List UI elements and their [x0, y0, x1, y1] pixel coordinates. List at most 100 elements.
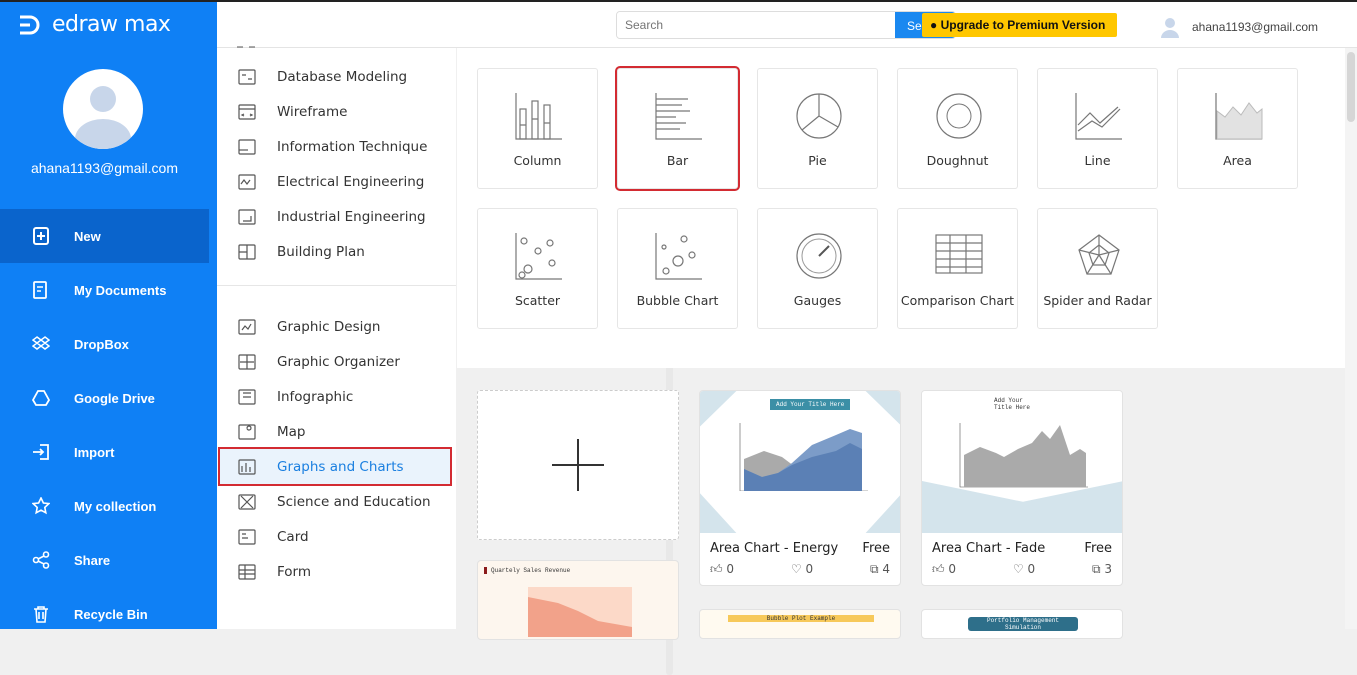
chart-type-line[interactable]: Line	[1037, 68, 1158, 189]
chart-thumb	[528, 587, 632, 637]
sidebar-item-share[interactable]: Share	[0, 533, 209, 587]
chart-type-label: Pie	[808, 153, 827, 168]
category-graphs-and-charts[interactable]: Graphs and Charts	[218, 447, 452, 486]
chart-type-label: Bubble Chart	[636, 293, 719, 308]
chart-type-pie[interactable]: Pie	[757, 68, 878, 189]
template-card-sales-revenue[interactable]: Quartely Sales Revenue	[477, 560, 679, 640]
duplicate-button[interactable]: ⧉ 3	[1092, 562, 1112, 577]
sidebar-item-my-documents[interactable]: My Documents	[0, 263, 209, 317]
like-button[interactable]: 👍︎ 0	[932, 562, 956, 577]
sidebar-item-recycle-bin[interactable]: Recycle Bin	[0, 587, 209, 641]
gauges-chart-icon	[796, 233, 842, 279]
card-icon	[238, 528, 256, 545]
template-card-bubble-plot[interactable]: Bubble Plot Example	[699, 609, 901, 639]
app-logo[interactable]: edraw max	[18, 12, 171, 37]
template-price: Free	[862, 541, 890, 556]
chart-type-column[interactable]: Column	[477, 68, 598, 189]
chart-type-label: Spider and Radar	[1043, 293, 1152, 308]
avatar[interactable]	[63, 69, 143, 149]
category-label: Building Plan	[277, 243, 365, 260]
sidebar-item-my-collection[interactable]: My collection	[0, 479, 209, 533]
partial-icon	[237, 46, 255, 48]
category-form[interactable]: Form	[217, 554, 456, 589]
category-label: Graphs and Charts	[277, 458, 404, 475]
favorite-count: 0	[805, 562, 814, 576]
app-name: edraw max	[52, 12, 171, 37]
edraw-logo-icon	[20, 15, 40, 34]
favorite-button[interactable]: ♡ 0	[1013, 562, 1035, 577]
google-drive-icon	[32, 390, 50, 406]
science-and-education-icon	[238, 493, 256, 510]
sidebar-nav: New My Documents DropBox Google Drive Im…	[0, 209, 209, 641]
database-modeling-icon	[238, 68, 256, 85]
category-industrial-engineering[interactable]: Industrial Engineering	[217, 199, 456, 234]
building-plan-icon	[238, 243, 256, 260]
favorite-button[interactable]: ♡ 0	[791, 562, 813, 577]
documents-icon	[33, 281, 47, 299]
template-card-portfolio[interactable]: Portfolio Management Simulation	[921, 609, 1123, 639]
chart-type-spider-and-radar[interactable]: Spider and Radar	[1037, 208, 1158, 329]
sidebar-item-label: DropBox	[74, 336, 129, 352]
divider	[217, 285, 456, 286]
trash-icon	[34, 606, 48, 623]
comparison-chart-chart-icon	[935, 234, 983, 274]
category-map[interactable]: Map	[217, 414, 456, 449]
chart-type-gauges[interactable]: Gauges	[757, 208, 878, 329]
like-button[interactable]: 👍︎ 0	[710, 562, 734, 577]
graphic-organizer-icon	[238, 353, 256, 370]
sidebar-item-new[interactable]: New	[0, 209, 209, 263]
category-label: Infographic	[277, 388, 354, 405]
sidebar-item-label: Recycle Bin	[74, 606, 148, 622]
category-database-modeling[interactable]: Database Modeling	[217, 59, 456, 94]
category-graphic-design[interactable]: Graphic Design	[217, 309, 456, 344]
category-infographic[interactable]: Infographic	[217, 379, 456, 414]
thumb-title: Add Your Title Here	[994, 397, 1031, 411]
map-icon	[238, 423, 256, 440]
thumb-title: Add Your Title Here	[770, 399, 851, 410]
category-card[interactable]: Card	[217, 519, 456, 554]
category-label: Electrical Engineering	[277, 173, 425, 190]
infographic-icon	[238, 388, 256, 405]
category-information-technique[interactable]: Information Technique	[217, 129, 456, 164]
top-bar: Search ● Upgrade to Premium Version ahan…	[217, 2, 1357, 48]
template-card-area-energy[interactable]: Add Your Title Here Area Chart - Energy F…	[699, 390, 901, 586]
doughnut-chart-icon	[936, 93, 982, 139]
chart-type-label: Column	[513, 153, 562, 168]
category-label: Card	[277, 528, 309, 545]
plus-icon	[552, 439, 604, 491]
sidebar-item-google-drive[interactable]: Google Drive	[0, 371, 209, 425]
user-menu[interactable]: ahana1193@gmail.com	[1160, 16, 1318, 38]
category-wireframe[interactable]: Wireframe	[217, 94, 456, 129]
category-building-plan[interactable]: Building Plan	[217, 234, 456, 269]
sidebar-item-dropbox[interactable]: DropBox	[0, 317, 209, 371]
category-graphic-organizer[interactable]: Graphic Organizer	[217, 344, 456, 379]
template-thumbnail: Add Your Title Here	[700, 391, 900, 533]
template-card-area-fade[interactable]: Add Your Title Here Area Chart - Fade Fre…	[921, 390, 1123, 586]
upgrade-premium-button[interactable]: ● Upgrade to Premium Version	[922, 13, 1118, 37]
chart-type-comparison-chart[interactable]: Comparison Chart	[897, 208, 1018, 329]
area-chart-thumb	[959, 423, 1088, 488]
sidebar-item-import[interactable]: Import	[0, 425, 209, 479]
copy-count: 3	[1104, 562, 1112, 576]
category-science-and-education[interactable]: Science and Education	[217, 484, 456, 519]
category-label: Graphic Organizer	[277, 353, 400, 370]
category-electrical-engineering[interactable]: Electrical Engineering	[217, 164, 456, 199]
new-blank-template[interactable]	[477, 390, 679, 540]
chart-type-scatter[interactable]: Scatter	[477, 208, 598, 329]
category-label: Industrial Engineering	[277, 208, 426, 225]
duplicate-button[interactable]: ⧉ 4	[870, 562, 890, 577]
form-icon	[238, 563, 256, 580]
sidebar-item-label: My collection	[74, 498, 157, 514]
chart-type-area[interactable]: Area	[1177, 68, 1298, 189]
category-label: Science and Education	[277, 493, 431, 510]
chart-type-panel: Column Bar Pie Doughnut Line Area Scatter Bubbl…	[457, 48, 1345, 368]
chart-type-doughnut[interactable]: Doughnut	[897, 68, 1018, 189]
chart-type-bubble-chart[interactable]: Bubble Chart	[617, 208, 738, 329]
main-scrollbar[interactable]	[1345, 48, 1357, 629]
area-chart-thumb	[739, 423, 868, 491]
chart-type-bar[interactable]: Bar	[615, 66, 740, 191]
thumb-title: Bubble Plot Example	[728, 615, 874, 622]
chart-type-label: Doughnut	[926, 153, 989, 168]
search-input[interactable]	[617, 12, 897, 38]
dropbox-icon	[32, 336, 50, 350]
